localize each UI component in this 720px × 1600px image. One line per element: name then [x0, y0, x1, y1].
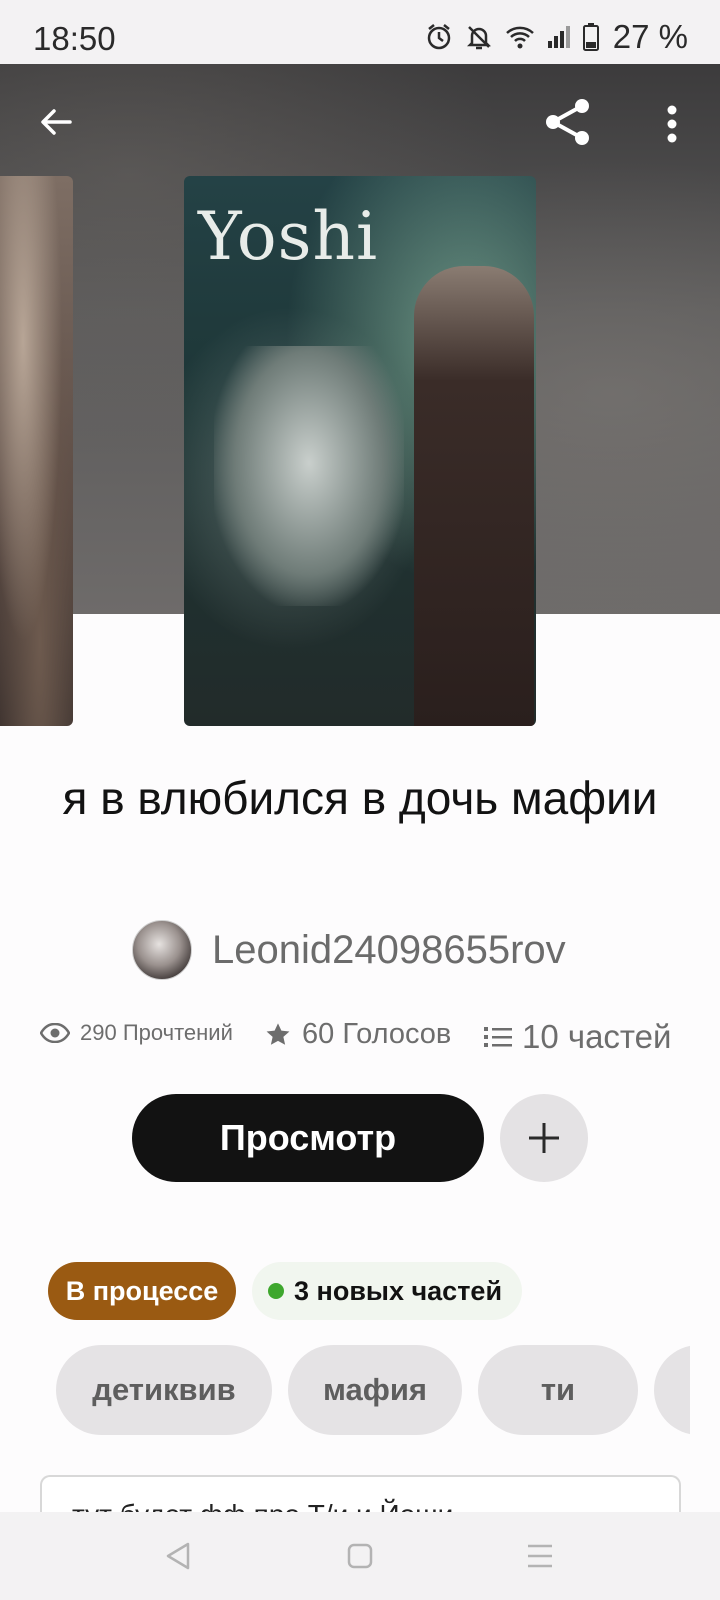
eye-icon [40, 1023, 70, 1043]
alarm-icon [425, 23, 453, 51]
tag-chip[interactable]: мафия [288, 1345, 462, 1435]
tag-chip[interactable]: ти [478, 1345, 638, 1435]
system-nav-bar [0, 1512, 720, 1600]
nav-back-button[interactable] [156, 1534, 200, 1578]
author-row[interactable]: Leonid24098655rov [132, 920, 566, 980]
story-title: я в влюбился в дочь мафии [62, 772, 658, 824]
new-parts-badge: 3 новых частей [252, 1262, 522, 1320]
top-app-bar [0, 64, 720, 176]
tag-list: детиквив мафия ти [56, 1345, 690, 1435]
description-card[interactable]: тут будет фф про Т/и и Йоши [40, 1475, 681, 1515]
parts-count[interactable]: 10 частей [522, 1018, 671, 1056]
read-button[interactable]: Просмотр [132, 1094, 484, 1182]
reads-count: 290 Прочтений [80, 1020, 233, 1045]
stat-votes: 60 Голосов [264, 1018, 451, 1051]
nav-recent-button[interactable] [518, 1534, 562, 1578]
status-badge: В процессе [48, 1262, 236, 1320]
wifi-icon [505, 24, 535, 50]
nav-home-icon [347, 1543, 373, 1569]
stat-reads: 290 Прочтений [40, 1020, 233, 1046]
status-bar: 18:50 27 % [0, 0, 720, 64]
status-icons: 27 % [425, 18, 688, 56]
tag-chip-partial[interactable] [654, 1345, 690, 1435]
votes-count: 60 Голосов [302, 1018, 452, 1050]
share-button[interactable] [536, 90, 600, 154]
tag-chip[interactable]: детиквив [56, 1345, 272, 1435]
new-parts-label: 3 новых частей [294, 1275, 503, 1306]
green-dot-icon [268, 1283, 284, 1299]
arrow-left-icon [41, 109, 72, 135]
nav-recent-icon [528, 1544, 552, 1568]
cover-figure-right [414, 266, 534, 726]
cover-figure-left [214, 346, 404, 606]
status-time: 18:50 [33, 20, 116, 57]
author-name[interactable]: Leonid24098655rov [212, 928, 566, 973]
cover-title: Yoshi [198, 198, 379, 275]
star-icon [266, 1022, 290, 1045]
nav-home-button[interactable] [338, 1534, 382, 1578]
cover-image[interactable]: Yoshi [184, 176, 536, 726]
story-stats: 290 Прочтений 60 Голосов 10 частей [0, 1018, 720, 1062]
more-options-button[interactable] [650, 94, 694, 154]
avatar[interactable] [132, 920, 192, 980]
bell-off-icon [465, 23, 493, 51]
signal-icon [547, 25, 571, 49]
share-icon [546, 99, 589, 145]
battery-percent: 27 % [612, 18, 688, 55]
battery-icon [582, 23, 599, 51]
stat-parts[interactable]: 10 частей [484, 1018, 671, 1056]
back-button[interactable] [26, 92, 86, 152]
nav-back-icon [166, 1542, 190, 1570]
cover-previous[interactable] [0, 176, 73, 726]
add-to-library-button[interactable] [500, 1094, 588, 1182]
more-vertical-icon [667, 105, 677, 143]
list-icon [484, 1027, 512, 1047]
plus-icon [529, 1123, 559, 1153]
